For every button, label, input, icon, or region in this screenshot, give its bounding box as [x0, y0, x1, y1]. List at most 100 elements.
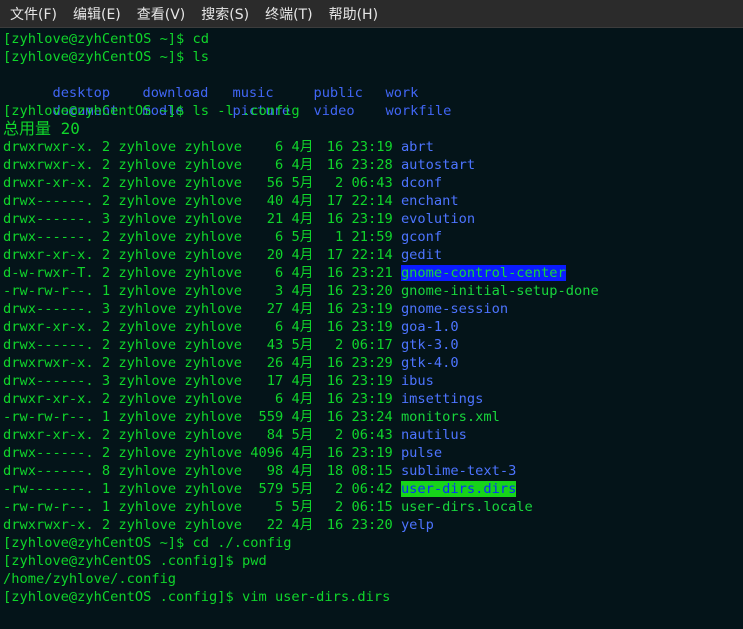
file-entry-row: d-w-rwxr-T. 2 zyhlove zyhlove 6 4月 16 23…: [3, 264, 743, 282]
day: 2: [334, 427, 344, 443]
permissions: drwxr-xr-x.: [3, 391, 94, 407]
command-text: cd ./.config: [192, 535, 292, 551]
permissions: drwx------.: [3, 445, 94, 461]
file-entry-row: -rw-rw-r--. 1 zyhlove zyhlove 5 5月 2 06:…: [3, 498, 743, 516]
menu-terminal[interactable]: 终端(T): [259, 0, 318, 28]
prompt: [zyhlove@zyhCentOS .config]$: [3, 553, 242, 569]
owner: zyhlove: [118, 193, 177, 209]
file-size: 579: [258, 481, 284, 497]
month: 4月: [291, 139, 314, 155]
listing-item: public: [313, 85, 363, 101]
file-name: autostart: [400, 157, 476, 173]
time: 23:19: [351, 373, 393, 389]
menu-view[interactable]: 查看(V): [131, 0, 192, 28]
link-count: 2: [101, 265, 111, 281]
link-count: 2: [101, 337, 111, 353]
file-size: 559: [258, 409, 284, 425]
owner: zyhlove: [118, 229, 177, 245]
day: 2: [334, 175, 344, 191]
command-line: [zyhlove@zyhCentOS ~]$ cd: [3, 30, 743, 48]
day: 16: [326, 355, 344, 371]
group: zyhlove: [184, 247, 243, 263]
ls-long-listing: drwxrwxr-x. 2 zyhlove zyhlove 6 4月 16 23…: [3, 138, 743, 534]
file-size: 98: [266, 463, 284, 479]
permissions: d-w-rwxr-T.: [3, 265, 94, 281]
file-entry-row: drwx------. 2 zyhlove zyhlove 40 4月 17 2…: [3, 192, 743, 210]
command-text: ls -l .config: [192, 103, 300, 119]
group: zyhlove: [184, 463, 243, 479]
month: 4月: [291, 319, 314, 335]
permissions: -rw-rw-r--.: [3, 283, 94, 299]
file-size: 22: [266, 517, 284, 533]
menu-file[interactable]: 文件(F): [4, 0, 63, 28]
file-size: 6: [275, 265, 284, 281]
group: zyhlove: [184, 499, 243, 515]
group: zyhlove: [184, 427, 243, 443]
link-count: 1: [101, 283, 111, 299]
menu-search[interactable]: 搜索(S): [195, 0, 255, 28]
file-name: sublime-text-3: [400, 463, 517, 479]
file-entry-row: drwxr-xr-x. 2 zyhlove zyhlove 6 4月 16 23…: [3, 318, 743, 336]
permissions: drwxrwxr-x.: [3, 355, 94, 371]
owner: zyhlove: [118, 283, 177, 299]
listing-item: download: [142, 85, 209, 101]
group: zyhlove: [184, 301, 243, 317]
link-count: 3: [101, 373, 111, 389]
file-name: monitors.xml: [400, 409, 500, 425]
permissions: drwxrwxr-x.: [3, 139, 94, 155]
total-line: 总用量 20: [3, 119, 80, 138]
owner: zyhlove: [118, 517, 177, 533]
time: 23:21: [351, 265, 393, 281]
file-entry-row: drwx------. 2 zyhlove zyhlove 43 5月 2 06…: [3, 336, 743, 354]
time: 06:15: [351, 499, 393, 515]
link-count: 2: [101, 427, 111, 443]
file-size: 3: [275, 283, 284, 299]
menu-help[interactable]: 帮助(H): [323, 0, 384, 28]
file-name: gnome-control-center: [400, 265, 566, 281]
time: 23:19: [351, 139, 393, 155]
permissions: drwx------.: [3, 301, 94, 317]
file-entry-row: drwxrwxr-x. 2 zyhlove zyhlove 6 4月 16 23…: [3, 156, 743, 174]
file-name: evolution: [400, 211, 476, 227]
file-entry-row: drwxrwxr-x. 2 zyhlove zyhlove 26 4月 16 2…: [3, 354, 743, 372]
prompt: [zyhlove@zyhCentOS ~]$: [3, 535, 193, 551]
time: 22:14: [351, 193, 393, 209]
day: 2: [334, 481, 344, 497]
month: 4月: [291, 283, 314, 299]
terminal-output[interactable]: [zyhlove@zyhCentOS ~]$ cd [zyhlove@zyhCe…: [0, 28, 743, 629]
group: zyhlove: [184, 445, 243, 461]
file-entry-row: drwx------. 3 zyhlove zyhlove 27 4月 16 2…: [3, 300, 743, 318]
month: 4月: [291, 211, 314, 227]
file-name: goa-1.0: [400, 319, 459, 335]
time: 22:14: [351, 247, 393, 263]
day: 16: [326, 373, 344, 389]
owner: zyhlove: [118, 355, 177, 371]
day: 17: [326, 247, 344, 263]
owner: zyhlove: [118, 337, 177, 353]
group: zyhlove: [184, 193, 243, 209]
day: 16: [326, 445, 344, 461]
day: 18: [326, 463, 344, 479]
day: 16: [326, 157, 344, 173]
prompt: [zyhlove@zyhCentOS ~]$: [3, 49, 193, 65]
menu-edit[interactable]: 编辑(E): [67, 0, 127, 28]
group: zyhlove: [184, 319, 243, 335]
file-name: pulse: [400, 445, 443, 461]
file-size: 56: [266, 175, 284, 191]
file-name: yelp: [400, 517, 434, 533]
month: 4月: [291, 373, 314, 389]
permissions: drwx------.: [3, 193, 94, 209]
file-entry-row: -rw-rw-r--. 1 zyhlove zyhlove 3 4月 16 23…: [3, 282, 743, 300]
day: 16: [326, 517, 344, 533]
prompt: [zyhlove@zyhCentOS ~]$: [3, 103, 193, 119]
owner: zyhlove: [118, 157, 177, 173]
pwd-output: /home/zyhlove/.config: [3, 571, 177, 587]
link-count: 2: [101, 193, 111, 209]
month: 4月: [291, 409, 314, 425]
file-name: dconf: [400, 175, 443, 191]
file-size: 6: [275, 229, 284, 245]
group: zyhlove: [184, 517, 243, 533]
permissions: drwx------.: [3, 229, 94, 245]
month: 4月: [291, 301, 314, 317]
month: 4月: [291, 463, 314, 479]
